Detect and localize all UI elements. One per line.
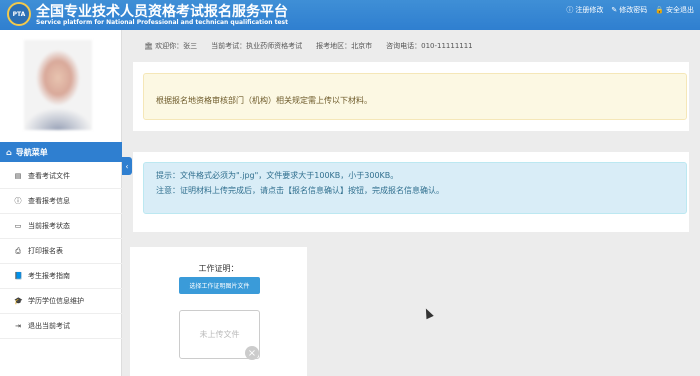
edit-icon: ✎ bbox=[611, 6, 618, 14]
change-password-link[interactable]: ✎ 修改密码 bbox=[611, 5, 647, 15]
sidebar-item-label: 考生报考指南 bbox=[28, 272, 70, 280]
nav-header: ⌂ 导航菜单 bbox=[0, 142, 122, 162]
sidebar-item-exam-files[interactable]: ▤ 查看考试文件 bbox=[0, 164, 122, 189]
info-icon: ⓘ bbox=[14, 197, 22, 205]
choose-file-button[interactable]: 选择工作证明图片文件 bbox=[179, 277, 260, 294]
welcome-value: 欢迎你：张三 bbox=[155, 42, 198, 50]
sidebar-item-registration-info[interactable]: ⓘ 查看报考信息 bbox=[0, 189, 122, 214]
sidebar-item-label: 打印报名表 bbox=[28, 247, 63, 255]
site-logo: PTA bbox=[7, 2, 31, 26]
header-links: ⓘ 注册修改 ✎ 修改密码 🔒 安全退出 bbox=[566, 5, 694, 15]
home-icon: ⌂ bbox=[6, 147, 12, 157]
warning-alert: 根据报名地资格审核部门（机构）相关规定需上传以下材料。 bbox=[143, 73, 687, 120]
nav-list: ▤ 查看考试文件 ⓘ 查看报考信息 ▭ 当前报考状态 ⎙ 打印报名表 📘 考生报… bbox=[0, 164, 122, 339]
sidebar-collapse-button[interactable]: ‹ bbox=[122, 157, 132, 175]
current-exam: 当前考试：执业药师资格考试 bbox=[211, 42, 303, 50]
sidebar-item-label: 退出当前考试 bbox=[28, 322, 70, 330]
logout-label: 安全退出 bbox=[666, 6, 694, 14]
graduation-icon: 🎓 bbox=[14, 297, 23, 305]
register-edit-link[interactable]: ⓘ 注册修改 bbox=[566, 5, 603, 15]
site-subtitle: Service platform for National Profession… bbox=[36, 19, 288, 26]
sidebar-item-education[interactable]: 🎓 学历学位信息维护 bbox=[0, 289, 122, 314]
doc-icon: ▤ bbox=[14, 172, 22, 180]
site-title: 全国专业技术人员资格考试报名服务平台 bbox=[36, 4, 288, 20]
sidebar-item-label: 学历学位信息维护 bbox=[28, 297, 84, 305]
info-circle-icon: ⓘ bbox=[566, 6, 574, 14]
mouse-cursor-icon bbox=[422, 306, 434, 320]
top-header: PTA 全国专业技术人员资格考试报名服务平台 Service platform … bbox=[0, 0, 700, 30]
sidebar-item-exit-exam[interactable]: ⇥ 退出当前考试 bbox=[0, 314, 122, 339]
change-password-label: 修改密码 bbox=[619, 6, 648, 14]
user-icon: 🏛 bbox=[144, 42, 153, 50]
upload-label: 工作证明： bbox=[198, 264, 239, 273]
avatar bbox=[24, 40, 92, 130]
monitor-icon: ▭ bbox=[14, 222, 22, 230]
chevron-left-icon: ‹ bbox=[125, 161, 129, 171]
logout-link[interactable]: 🔒 安全退出 bbox=[655, 5, 694, 15]
sidebar-item-label: 当前报考状态 bbox=[28, 222, 70, 230]
nav-header-label: 导航菜单 bbox=[15, 147, 48, 157]
notice-format: 提示：文件格式必须为".jpg"，文件要求大于100KB，小于300KB。 bbox=[156, 171, 399, 180]
book-icon: 📘 bbox=[14, 272, 23, 280]
sidebar: ⌂ 导航菜单 ▤ 查看考试文件 ⓘ 查看报考信息 ▭ 当前报考状态 ⎙ 打印报名… bbox=[0, 30, 122, 376]
sidebar-item-print-form[interactable]: ⎙ 打印报名表 bbox=[0, 239, 122, 264]
phone: 咨询电话：010-11111111 bbox=[386, 42, 473, 50]
register-edit-label: 注册修改 bbox=[575, 6, 604, 14]
notice-confirm: 注意：证明材料上传完成后，请点击【报名信息确认】按钮，完成报名信息确认。 bbox=[156, 186, 444, 195]
lock-icon: 🔒 bbox=[655, 6, 664, 14]
sidebar-item-guide[interactable]: 📘 考生报考指南 bbox=[0, 264, 122, 289]
upload-card: 工作证明： 选择工作证明图片文件 未上传文件 bbox=[130, 247, 307, 376]
region: 报考地区：北京市 bbox=[316, 42, 373, 50]
welcome-text: 🏛 欢迎你：张三 bbox=[144, 41, 197, 51]
delete-file-button[interactable]: × bbox=[245, 346, 259, 360]
notice-alert: 提示：文件格式必须为".jpg"，文件要求大于100KB，小于300KB。 注意… bbox=[143, 162, 687, 214]
sidebar-item-label: 查看报考信息 bbox=[28, 197, 70, 205]
sidebar-item-label: 查看考试文件 bbox=[28, 172, 70, 180]
exit-icon: ⇥ bbox=[15, 322, 21, 330]
user-info-bar: 🏛 欢迎你：张三 当前考试：执业药师资格考试 报考地区：北京市 咨询电话：010… bbox=[144, 41, 473, 51]
print-icon: ⎙ bbox=[15, 246, 21, 255]
close-icon: × bbox=[247, 347, 257, 359]
sidebar-item-status[interactable]: ▭ 当前报考状态 bbox=[0, 214, 122, 239]
